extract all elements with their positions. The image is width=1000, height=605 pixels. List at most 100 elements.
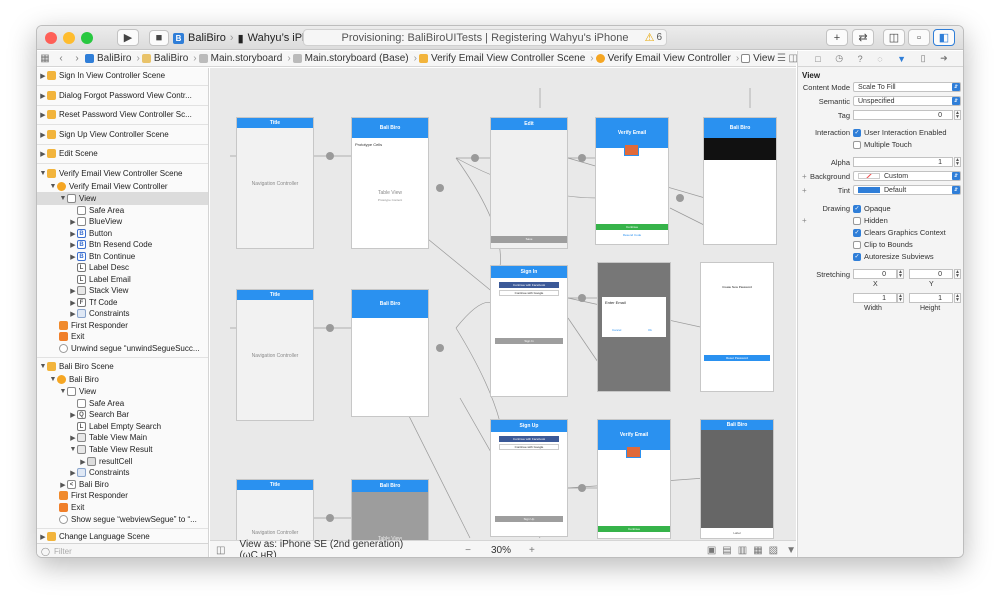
stretch-x-stepper[interactable]: ▲ ▼ [897, 269, 904, 279]
alpha-stepper[interactable]: ▲ ▼ [954, 157, 961, 167]
outline-row[interactable]: Unwind segue “unwindSegueSucc... [37, 342, 208, 355]
stretch-y-field[interactable]: 0 [909, 269, 953, 279]
breadcrumb[interactable]: BaliBiro [85, 53, 131, 64]
stretch-width-field[interactable]: 1 [853, 293, 897, 303]
navigation-controller-scene[interactable]: Title Navigation Controller [237, 290, 313, 420]
forward-arrow-icon[interactable]: › [69, 53, 85, 64]
content-mode-popup[interactable]: Scale To Fill ⇵ [853, 82, 961, 92]
navigation-controller-scene[interactable]: Title Navigation Controller [237, 480, 313, 540]
outline-row[interactable]: Show segue “webviewSegue” to “... [37, 513, 208, 526]
zoom-in-button[interactable]: + [529, 545, 535, 556]
grid-icon[interactable]: ▦ [37, 53, 53, 64]
storyboard-canvas[interactable]: Title Navigation Controller Bali Biro Pr… [210, 68, 796, 540]
outline-row[interactable]: ▶ Edit Scene [37, 147, 208, 160]
dialog-forgot-password-scene[interactable]: Enter Email Cancel Ok [598, 263, 670, 391]
outline-label: Constraints [89, 468, 130, 477]
stretch-height-stepper[interactable]: ▲ ▼ [954, 293, 961, 303]
zoom-window-button[interactable] [81, 32, 93, 44]
breadcrumb[interactable]: Verify Email View Controller Scene [418, 53, 585, 64]
filter-input[interactable]: Filter [54, 547, 72, 556]
update-frames-icon[interactable]: ▣ [707, 545, 716, 556]
verify-email-scene-2[interactable]: Verify Email Continue [598, 420, 670, 538]
tag-field[interactable]: 0 [853, 110, 953, 120]
file-inspector-icon[interactable]: □ [815, 54, 820, 64]
verify-email-scene[interactable]: Verify Email Continue Resend Code [596, 118, 668, 244]
edit-scene[interactable]: Edit Save [491, 118, 567, 248]
align-icon[interactable]: ▥ [738, 545, 747, 556]
multiple-touch-checkbox[interactable]: Multiple Touch [853, 140, 912, 149]
bali-biro-home-scene[interactable]: Bali Biro [704, 118, 776, 244]
stretch-height-field[interactable]: 1 [909, 293, 953, 303]
bali-biro-scene[interactable]: Bali Biro Prototype Cells Table View Pro… [352, 118, 428, 248]
opaque-checkbox[interactable]: ✓ Opaque [853, 204, 891, 213]
account-scene[interactable]: Bali Biro [352, 290, 428, 416]
exit-icon [59, 332, 68, 341]
toolbar: ▶ ■ B BaliBiro › ▮ Wahyu’s iPhone Provis… [37, 26, 963, 50]
minimize-window-button[interactable] [63, 32, 75, 44]
scheme-selector[interactable]: ■ B BaliBiro › ▮ Wahyu’s iPhone [149, 30, 327, 46]
outline-row[interactable]: ▶ Dialog Forgot Password View Contr... [37, 89, 208, 102]
outline-row[interactable]: ▶ Change Language Scene [37, 530, 208, 543]
close-window-button[interactable] [45, 32, 57, 44]
attributes-inspector-icon[interactable]: ▼ [897, 54, 906, 64]
toggle-inspector-button[interactable]: ◧ [933, 29, 955, 46]
user-interaction-checkbox[interactable]: ✓ User Interaction Enabled [853, 128, 947, 137]
scene-label: Navigation Controller [251, 181, 299, 187]
toggle-outline-icon[interactable]: ◫ [216, 545, 225, 556]
stretch-y-stepper[interactable]: ▲ ▼ [954, 269, 961, 279]
breadcrumb[interactable]: Main.storyboard (Base) [292, 53, 409, 64]
stop-button[interactable]: ■ [149, 30, 169, 46]
back-arrow-icon[interactable]: ‹ [53, 53, 69, 64]
outline-row[interactable]: ▶ Reset Password View Controller Sc... [37, 108, 208, 121]
outline-row[interactable]: ▶ Sign Up View Controller Scene [37, 128, 208, 141]
pin-icon[interactable]: ▦ [753, 545, 762, 556]
device-configuration[interactable]: View as: iPhone SE (2nd generation) (ωC … [239, 539, 405, 557]
hidden-checkbox[interactable]: Hidden [853, 216, 888, 225]
background-popup[interactable]: Custom ⇵ [853, 171, 961, 181]
resolve-issues-icon[interactable]: ▧ [769, 545, 778, 556]
alpha-field[interactable]: 1 [853, 157, 953, 167]
stretch-x-field[interactable]: 0 [853, 269, 897, 279]
clears-graphics-checkbox[interactable]: ✓ Clears Graphics Context [853, 228, 946, 237]
outline-row[interactable]: ▶ Sign In View Controller Scene [37, 69, 208, 82]
code-review-button[interactable]: ⇄ [852, 29, 874, 46]
outline-filter[interactable]: ◯ Filter [37, 543, 208, 557]
size-inspector-icon[interactable]: ▯ [921, 53, 926, 64]
run-button[interactable]: ▶ [117, 29, 139, 46]
stretch-width-stepper[interactable]: ▲ ▼ [897, 293, 904, 303]
library-button[interactable]: + [826, 29, 848, 46]
search-scene[interactable]: Bali Biro Table View [352, 480, 428, 540]
webview-scene[interactable]: Bali Biro Label [701, 420, 773, 538]
tag-stepper[interactable]: ▲ ▼ [954, 110, 961, 120]
embed-in-icon[interactable]: ▤ [722, 545, 731, 556]
breadcrumb[interactable]: BaliBiro [141, 53, 188, 64]
help-icon[interactable]: ? [858, 54, 863, 64]
history-icon[interactable]: ◷ [835, 53, 843, 64]
disclosure-right-icon: ▶ [80, 458, 86, 466]
autoresize-checkbox[interactable]: ✓ Autoresize Subviews [853, 252, 934, 261]
scene-title: Bali Biro [379, 125, 401, 131]
breadcrumb[interactable]: View [741, 53, 775, 64]
add-variation-icon[interactable]: + [802, 216, 807, 225]
background-value: Custom [884, 172, 909, 180]
warning-indicator[interactable]: ⚠ 6 [645, 31, 662, 44]
related-items-icon[interactable]: ☰ [777, 53, 786, 64]
clip-to-bounds-checkbox[interactable]: Clip to Bounds [853, 240, 913, 249]
toggle-navigator-button[interactable]: ◫ [883, 29, 905, 46]
semantic-popup[interactable]: Unspecified ⇵ [853, 96, 961, 106]
identity-inspector-icon[interactable]: ◌ [877, 54, 882, 64]
outline-row[interactable]: ▼ Bali Biro Scene [37, 360, 208, 373]
sign-in-scene[interactable]: Sign In Continue with Facebook Continue … [491, 266, 567, 396]
view-icon [67, 194, 76, 203]
tint-popup[interactable]: Default ⇵ [853, 185, 961, 195]
toggle-debug-icon[interactable]: ▼ [786, 545, 796, 556]
zoom-out-button[interactable]: − [465, 545, 471, 556]
connections-inspector-icon[interactable]: ➜ [940, 53, 948, 64]
breadcrumb[interactable]: Main.storyboard [198, 53, 282, 64]
reset-password-scene[interactable]: Create New Password Reset Password [701, 263, 773, 391]
toggle-debug-area-button[interactable]: ▫ [908, 29, 930, 46]
breadcrumb[interactable]: Verify Email View Controller [595, 53, 731, 64]
navigation-controller-scene[interactable]: Title Navigation Controller [237, 118, 313, 248]
outline-row[interactable]: ▼ Verify Email View Controller Scene [37, 167, 208, 180]
sign-up-scene[interactable]: Sign Up Continue with Facebook Continue … [491, 420, 567, 536]
